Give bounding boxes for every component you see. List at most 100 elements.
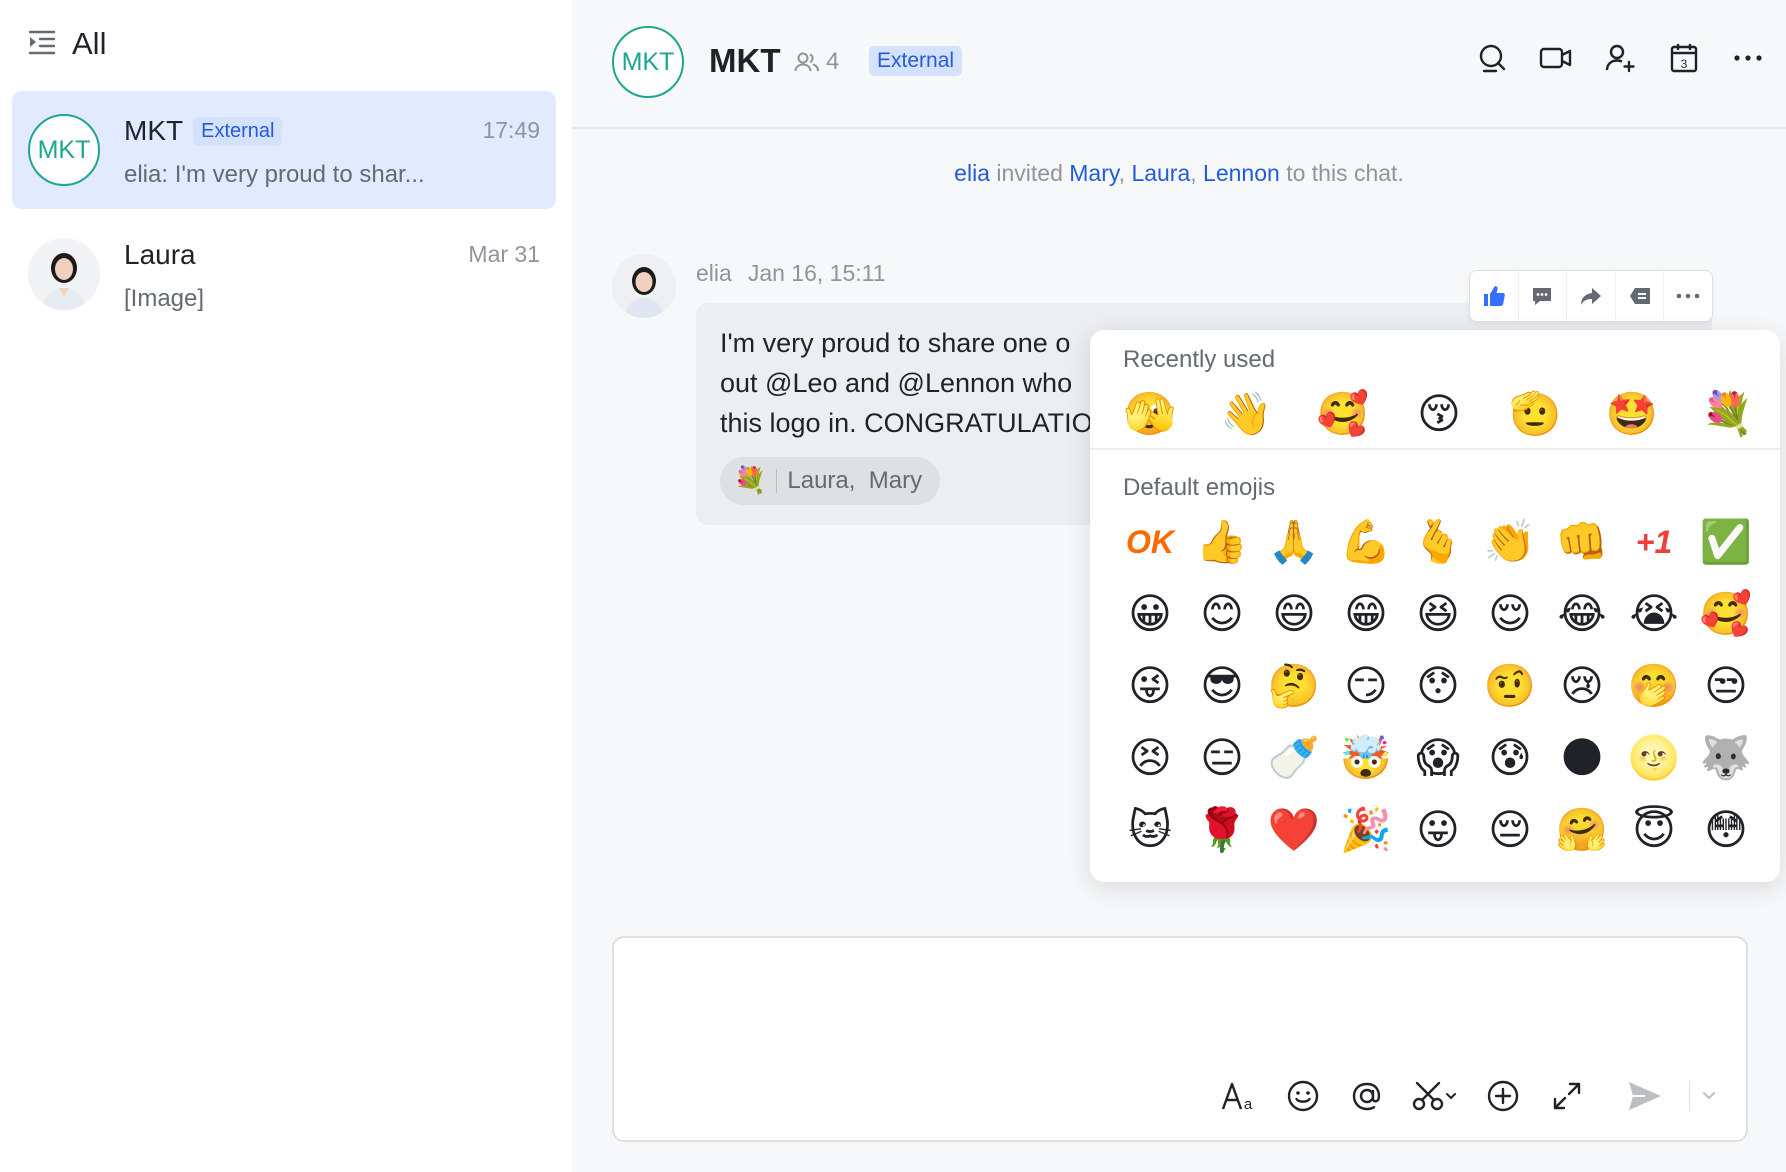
user-link[interactable]: Lennon [1203,160,1280,186]
sidebar-title[interactable]: All [72,26,106,62]
emoji-item[interactable]: 😭 [1618,586,1690,642]
conversation-name: MKT External [124,115,283,147]
sender-avatar[interactable] [612,254,676,318]
emoji-item[interactable]: 👍 [1186,514,1258,570]
add-member-icon[interactable] [1602,40,1638,76]
emoji-item[interactable]: 😀 [1114,586,1186,642]
emoji-item[interactable]: 😄 [1258,586,1330,642]
emoji-item[interactable]: 🌝 [1618,730,1690,786]
thumbs-up-icon[interactable] [1470,271,1519,321]
emoji-item[interactable]: 😛 [1402,802,1474,858]
emoji-item[interactable]: 😑 [1186,730,1258,786]
emoji-item[interactable]: 😳 [1690,802,1762,858]
search-icon[interactable] [1474,40,1510,76]
message-meta: elia Jan 16, 15:11 [696,260,886,287]
system-separator: , [1118,160,1126,186]
emoji-item[interactable]: 😎 [1186,658,1258,714]
emoji-item[interactable]: 👋 [1210,386,1282,442]
emoji-item[interactable]: 🐺 [1690,730,1762,786]
bouquet-icon: 💐 [734,466,767,496]
emoji-item[interactable]: 🤩 [1596,386,1668,442]
emoji-item[interactable]: 🌑 [1546,730,1618,786]
emoji-item[interactable]: ✅ [1690,514,1762,570]
emoji-item[interactable]: 😣 [1114,730,1186,786]
emoji-item[interactable]: 🤯 [1330,730,1402,786]
conversation-item-laura[interactable]: Laura Mar 31 [Image] [12,215,556,333]
conversation-item-mkt[interactable]: MKT MKT External 17:49 elia: I'm very pr… [12,91,556,209]
sender-name[interactable]: elia [696,260,732,287]
emoji-item[interactable]: 😱 [1402,730,1474,786]
members-icon [794,52,819,72]
member-count[interactable]: 4 [794,48,839,76]
emoji-item[interactable]: 🤔 [1258,658,1330,714]
group-avatar[interactable]: MKT [612,26,684,98]
emoji-item[interactable]: 😏 [1330,658,1402,714]
emoji-item[interactable]: 🫰 [1402,514,1474,570]
emoji-item[interactable]: 💪 [1330,514,1402,570]
quote-icon[interactable] [1616,271,1665,321]
send-options-icon[interactable] [1700,1076,1718,1116]
screenshot-icon[interactable] [1411,1076,1459,1116]
emoji-item[interactable]: 😜 [1114,658,1186,714]
emoji-item[interactable]: 😂 [1546,586,1618,642]
conversation-preview: elia: I'm very proud to shar... [124,161,425,188]
emoji-icon[interactable] [1283,1076,1323,1116]
more-icon[interactable] [1664,271,1712,321]
emoji-item[interactable]: 🥰 [1690,586,1762,642]
emoji-item[interactable]: 💐 [1692,386,1764,442]
emoji-item[interactable]: 🎉 [1330,802,1402,858]
format-icon[interactable]: a [1219,1076,1259,1116]
emoji-item[interactable]: 😊 [1186,586,1258,642]
emoji-item[interactable]: 😆 [1402,586,1474,642]
forward-icon[interactable] [1567,271,1616,321]
emoji-item[interactable]: +1 [1618,514,1690,570]
mention-icon[interactable] [1347,1076,1387,1116]
send-icon[interactable] [1625,1076,1665,1116]
emoji-item[interactable]: 😚 [1403,386,1475,442]
user-link[interactable]: Laura [1131,160,1190,186]
conversation-preview: [Image] [124,285,205,312]
composer-divider [1689,1081,1690,1111]
calendar-icon[interactable]: 3 [1666,40,1702,76]
emoji-item[interactable]: ❤️ [1258,802,1330,858]
emoji-item[interactable]: 🍼 [1258,730,1330,786]
user-link[interactable]: elia [954,160,990,186]
emoji-item[interactable]: 😒 [1690,658,1762,714]
message-composer[interactable]: a [612,936,1748,1142]
emoji-item[interactable]: 🌹 [1186,802,1258,858]
emoji-item[interactable]: 🙏 [1258,514,1330,570]
reaction-chip[interactable]: 💐 Laura, Mary [720,457,941,505]
emoji-item[interactable]: 🐱 [1114,802,1186,858]
emoji-item[interactable]: 👏 [1474,514,1546,570]
emoji-item[interactable]: 🤭 [1618,658,1690,714]
chat-title[interactable]: MKT [709,42,780,80]
emoji-item[interactable]: 🥰 [1307,386,1379,442]
emoji-item[interactable]: 👊 [1546,514,1618,570]
conversation-title: Laura [124,239,196,270]
message-action-bar [1469,270,1713,322]
group-avatar: MKT [28,114,100,186]
recent-emoji-row: 🫣 👋 🥰 😚 🫡 🤩 💐 [1114,386,1764,442]
add-icon[interactable] [1483,1076,1523,1116]
filter-menu-icon[interactable] [28,29,56,60]
expand-icon[interactable] [1547,1076,1587,1116]
emoji-item[interactable]: 😔 [1474,802,1546,858]
emoji-item[interactable]: 🫡 [1499,386,1571,442]
more-icon[interactable] [1730,40,1766,76]
emoji-item[interactable]: 😯 [1402,658,1474,714]
video-call-icon[interactable] [1538,40,1574,76]
emoji-item[interactable]: 🤨 [1474,658,1546,714]
emoji-item[interactable]: 😌 [1474,586,1546,642]
emoji-item[interactable]: 😰 [1474,730,1546,786]
emoji-item[interactable]: 🫣 [1114,386,1186,442]
emoji-item[interactable]: OK [1114,514,1186,570]
reply-icon[interactable] [1519,271,1568,321]
conversation-sidebar: All MKT MKT External 17:49 elia: I'm ver… [0,0,572,1172]
emoji-item[interactable]: 😁 [1330,586,1402,642]
svg-text:a: a [1244,1096,1253,1111]
emoji-item[interactable]: 😢 [1546,658,1618,714]
user-link[interactable]: Mary [1069,160,1118,186]
emoji-item[interactable]: 😇 [1618,802,1690,858]
emoji-item[interactable]: 🤗 [1546,802,1618,858]
default-section-title: Default emojis [1123,474,1276,501]
